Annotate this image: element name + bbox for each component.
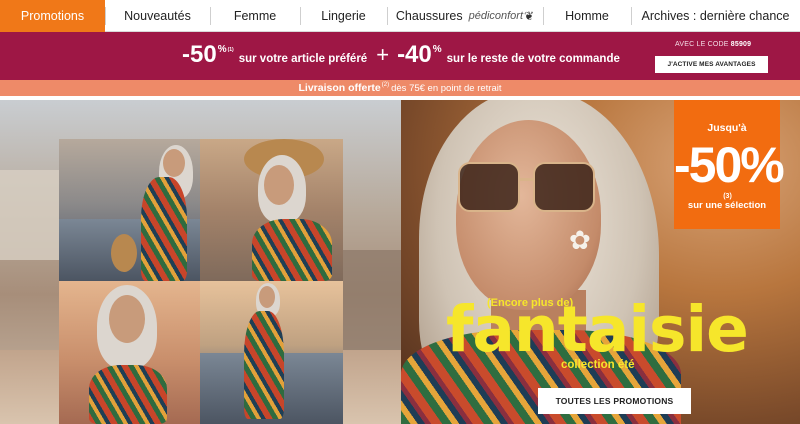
- all-promotions-button[interactable]: TOUTES LES PROMOTIONS: [538, 388, 691, 414]
- plus-sign: +: [376, 42, 390, 67]
- promo-code-value: 85909: [730, 41, 752, 48]
- nav-item-homme[interactable]: Homme: [543, 0, 631, 32]
- promo-code-line: AVEC LE CODE 85909: [675, 41, 751, 48]
- collage-photo-4: [200, 281, 343, 424]
- discount-40-text: sur le reste de votre commande: [446, 53, 620, 65]
- nav-item-promotions[interactable]: Promotions: [0, 0, 105, 32]
- discount-50: -50: [182, 41, 217, 68]
- delivery-strong: Livraison offerte: [298, 82, 381, 94]
- nav-label-nouveautes: Nouveautés: [124, 9, 191, 23]
- head: [163, 149, 185, 177]
- badge-value: -50%: [674, 137, 785, 193]
- sunglasses-right-lens: [533, 162, 595, 212]
- hero-subtitle: collection été: [561, 359, 635, 371]
- collage-photo-1: [59, 139, 200, 281]
- nav-item-chaussures[interactable]: Chaussures pédiconfort ❦: [387, 0, 543, 32]
- head: [264, 165, 294, 205]
- nav-item-nouveautes[interactable]: Nouveautés: [105, 0, 210, 32]
- promo-code-label: AVEC LE CODE: [675, 41, 729, 48]
- badge-footnote: (3): [723, 193, 732, 200]
- dress: [89, 365, 167, 424]
- head: [259, 286, 275, 308]
- hero-pretitle: (Encore plus de): [487, 297, 574, 309]
- face: [456, 120, 601, 310]
- flower-earring-icon: ✿: [569, 225, 591, 255]
- badge-percentage: -50%(3): [674, 137, 785, 256]
- sunglasses-bridge: [518, 178, 535, 181]
- pediconfort-logo: pédiconfort ❦: [469, 9, 535, 23]
- nav-label-lingerie: Lingerie: [321, 9, 366, 23]
- collage-photo-3: [59, 281, 200, 424]
- discount-50-percent: %: [217, 44, 227, 55]
- promo-banner[interactable]: -50 % (1) sur votre article préféré + -4…: [0, 32, 800, 80]
- nav-item-femme[interactable]: Femme: [210, 0, 300, 32]
- promo-offer: -50 % (1) sur votre article préféré + -4…: [182, 43, 620, 67]
- nav-label-archives: Archives : dernière chance: [641, 9, 790, 23]
- discount-badge[interactable]: Jusqu'à -50%(3) sur une sélection: [674, 100, 785, 229]
- delivery-banner[interactable]: Livraison offerte (2) dès 75€ en point d…: [0, 80, 800, 96]
- nav-label-homme: Homme: [565, 9, 609, 23]
- badge-selection: sur une sélection: [687, 200, 767, 211]
- head: [109, 295, 145, 343]
- nav-item-archives[interactable]: Archives : dernière chance: [631, 0, 800, 32]
- discount-40: -40: [397, 41, 432, 68]
- brand-name: pédiconfort: [468, 10, 524, 22]
- nav-label-femme: Femme: [233, 9, 277, 23]
- nav-label-promotions: Promotions: [20, 9, 85, 23]
- background-building: [0, 170, 60, 260]
- nav-label-chaussures: Chaussures: [395, 9, 463, 23]
- discount-50-text: sur votre article préféré: [238, 53, 368, 65]
- butterfly-icon: ❦: [524, 9, 535, 23]
- straw-hat: [111, 234, 137, 272]
- dress: [244, 311, 284, 419]
- discount-50-footnote: (1): [227, 47, 234, 53]
- dress: [141, 177, 187, 281]
- collage-photo-2: [200, 139, 343, 281]
- dress: [252, 219, 332, 281]
- delivery-text: dès 75€ en point de retrait: [391, 82, 502, 94]
- sunglasses-left-lens: [458, 162, 520, 212]
- activate-benefits-button[interactable]: J'ACTIVE MES AVANTAGES: [655, 56, 768, 73]
- delivery-footnote: (2): [381, 82, 390, 88]
- discount-40-percent: %: [432, 44, 442, 55]
- main-navigation: Promotions Nouveautés Femme Lingerie Cha…: [0, 0, 800, 32]
- badge-upto: Jusqu'à: [707, 122, 747, 134]
- nav-item-lingerie[interactable]: Lingerie: [300, 0, 387, 32]
